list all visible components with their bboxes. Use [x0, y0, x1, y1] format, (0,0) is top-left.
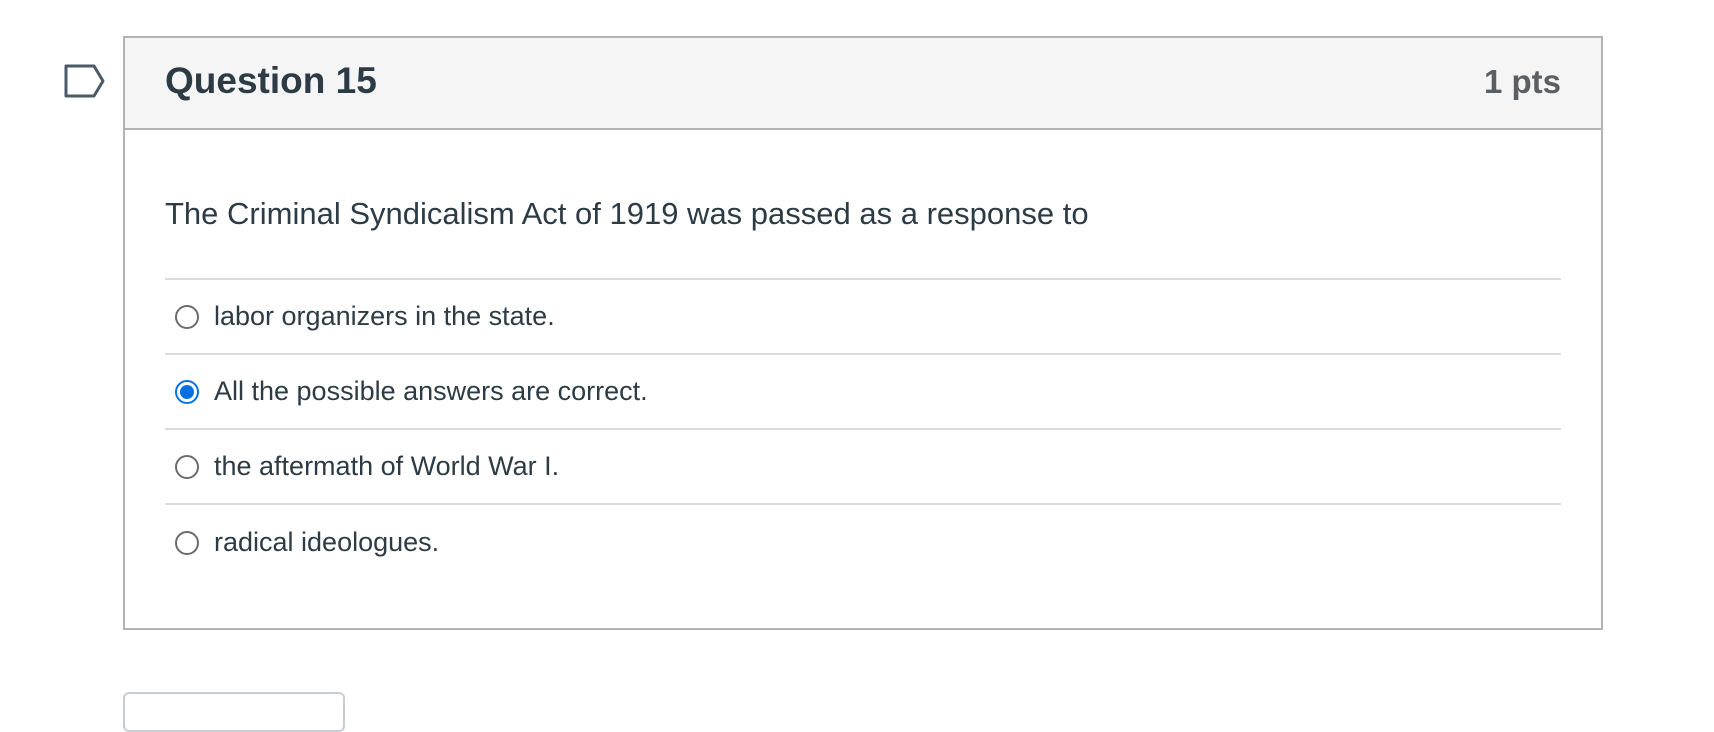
question-body: The Criminal Syndicalism Act of 1919 was…: [125, 130, 1601, 580]
radio-button[interactable]: [175, 304, 199, 329]
radio-button[interactable]: [175, 454, 199, 479]
answer-label: All the possible answers are correct.: [214, 376, 648, 406]
question-title: Question 15: [165, 60, 377, 101]
answer-option[interactable]: labor organizers in the state.: [165, 280, 1561, 355]
answer-label: the aftermath of World War I.: [214, 451, 560, 481]
radio-button-selected[interactable]: [175, 379, 199, 404]
answer-label: radical ideologues.: [214, 527, 440, 557]
question-card: Question 15 1 pts The Criminal Syndicali…: [123, 36, 1603, 630]
radio-button[interactable]: [175, 530, 199, 555]
answer-option[interactable]: radical ideologues.: [165, 505, 1561, 580]
question-text: The Criminal Syndicalism Act of 1919 was…: [165, 196, 1089, 231]
answer-option[interactable]: the aftermath of World War I.: [165, 430, 1561, 505]
answer-option[interactable]: All the possible answers are correct.: [165, 355, 1561, 430]
answer-list: labor organizers in the state. All the p…: [165, 278, 1561, 580]
question-header: Question 15 1 pts: [125, 38, 1601, 130]
answer-label: labor organizers in the state.: [214, 301, 555, 331]
flag-question-icon[interactable]: [64, 64, 106, 98]
partial-next-container: [123, 692, 345, 732]
question-points: 1 pts: [1483, 63, 1561, 100]
